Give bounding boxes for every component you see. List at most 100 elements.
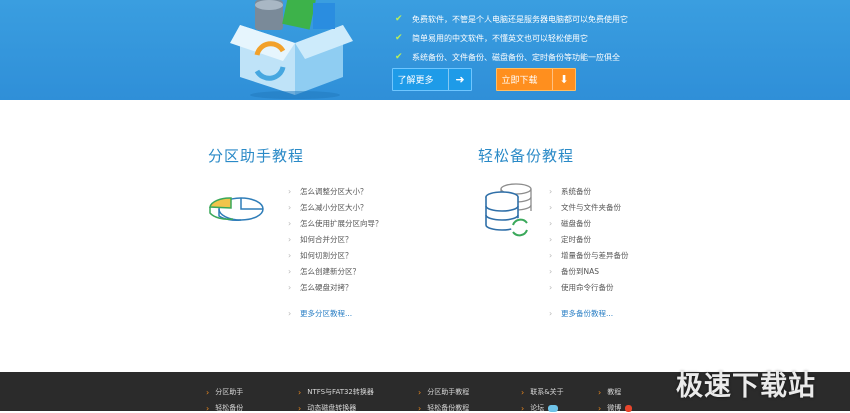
chevron-right-icon: › — [288, 202, 292, 212]
feature-text: 简单易用的中文软件，不懂英文也可以轻松使用它 — [412, 33, 588, 43]
chevron-right-icon: › — [549, 202, 553, 212]
chevron-right-icon: › — [521, 387, 525, 397]
footer-link-weibo[interactable]: › 微博 — [598, 403, 633, 413]
footer-link-label: 动态磁盘转换器 — [307, 404, 357, 412]
footer-link-label: 微博 — [607, 404, 622, 412]
learn-more-label: 了解更多 — [397, 76, 434, 86]
download-label: 立即下载 — [501, 76, 538, 86]
footer-link-label: 轻松备份教程 — [427, 404, 470, 412]
weibo-icon — [625, 404, 633, 412]
feature-item: ✔ 免费软件，不管是个人电脑还是服务器电脑都可以免费使用它 — [395, 10, 628, 28]
arrow-right-icon: ➜ — [448, 69, 471, 90]
more-partition-tutorials-link[interactable]: › 更多分区教程... — [288, 308, 352, 319]
list-item-label: 磁盘备份 — [561, 218, 591, 228]
database-sync-icon — [485, 183, 532, 237]
chevron-right-icon: › — [598, 387, 602, 397]
list-item-label: 定时备份 — [561, 234, 591, 244]
footer-link-backup-tutorials[interactable]: › 轻松备份教程 — [418, 403, 469, 413]
list-item[interactable]: › 怎么减小分区大小？ — [288, 199, 383, 215]
footer-link-label: NTFS与FAT32转换器 — [307, 388, 374, 396]
chevron-right-icon: › — [549, 186, 553, 196]
list-item[interactable]: › 如何切割分区？ — [288, 247, 383, 263]
chat-bubble-icon — [548, 404, 559, 412]
footer-link-label: 联系&关于 — [530, 388, 564, 396]
check-icon: ✔ — [395, 51, 403, 62]
footer-link-label: 教程 — [607, 388, 622, 396]
chevron-right-icon: › — [288, 234, 292, 244]
more-link-label: 更多分区教程... — [300, 309, 353, 318]
list-item-label: 如何切割分区？ — [300, 250, 353, 260]
footer-link-label: 分区助手教程 — [427, 388, 470, 396]
chevron-right-icon: › — [298, 387, 302, 397]
footer-link-partition-assistant[interactable]: › 分区助手 — [206, 387, 243, 397]
list-item-label: 系统备份 — [561, 186, 591, 196]
chevron-right-icon: › — [288, 250, 292, 260]
chevron-right-icon: › — [288, 309, 292, 318]
footer-link-easy-backup[interactable]: › 轻松备份 — [206, 403, 243, 413]
footer-link-label: 分区助手 — [215, 388, 244, 396]
footer-link-forum[interactable]: › 论坛 — [521, 403, 559, 413]
footer-link-contact-about[interactable]: › 联系&关于 — [521, 387, 564, 397]
list-item[interactable]: › 怎么调整分区大小？ — [288, 183, 383, 199]
chevron-right-icon: › — [288, 218, 292, 228]
software-box-icon — [230, 0, 353, 99]
list-item[interactable]: › 怎么使用扩展分区向导？ — [288, 215, 383, 231]
list-item-label: 怎么调整分区大小？ — [300, 186, 368, 196]
list-item[interactable]: › 系统备份 — [549, 183, 629, 199]
footer-link-label: 轻松备份 — [215, 404, 244, 412]
chevron-right-icon: › — [288, 282, 292, 292]
list-item[interactable]: › 如何合并分区？ — [288, 231, 383, 247]
chevron-right-icon: › — [549, 234, 553, 244]
chevron-right-icon: › — [288, 266, 292, 276]
footer-link-label: 论坛 — [530, 404, 545, 412]
list-item[interactable]: › 磁盘备份 — [549, 215, 629, 231]
partition-tutorial-section: 分区助手教程 — [208, 145, 304, 166]
list-item[interactable]: › 怎么硬盘对拷？ — [288, 279, 383, 295]
list-item[interactable]: › 文件与文件夹备份 — [549, 199, 629, 215]
pie-chart-icon — [209, 197, 264, 221]
list-item-label: 文件与文件夹备份 — [561, 202, 621, 212]
list-item[interactable]: › 定时备份 — [549, 231, 629, 247]
partition-tutorial-title: 分区助手教程 — [208, 147, 305, 165]
footer-link-ntfs-fat32[interactable]: › NTFS与FAT32转换器 — [298, 387, 374, 397]
list-item-label: 怎么使用扩展分区向导？ — [300, 218, 383, 228]
backup-tutorial-section: 轻松备份教程 — [478, 145, 574, 166]
download-button[interactable]: 立即下载 ⬇ — [496, 68, 576, 91]
chevron-right-icon: › — [298, 403, 302, 413]
check-icon: ✔ — [395, 13, 403, 24]
more-link-label: 更多备份教程... — [561, 309, 614, 318]
chevron-right-icon: › — [521, 403, 525, 413]
learn-more-button[interactable]: 了解更多 ➜ — [392, 68, 472, 91]
list-item-label: 怎么创建新分区？ — [300, 266, 360, 276]
chevron-right-icon: › — [418, 403, 422, 413]
check-icon: ✔ — [395, 32, 403, 43]
list-item-label: 怎么减小分区大小？ — [300, 202, 368, 212]
chevron-right-icon: › — [549, 250, 553, 260]
chevron-right-icon: › — [549, 266, 553, 276]
chevron-right-icon: › — [549, 282, 553, 292]
list-item[interactable]: › 备份到NAS — [549, 263, 629, 279]
footer-link-dynamic-disk[interactable]: › 动态磁盘转换器 — [298, 403, 356, 413]
feature-item: ✔ 系统备份、文件备份、磁盘备份、定时备份等功能一应俱全 — [395, 48, 628, 66]
list-item[interactable]: › 增量备份与差异备份 — [549, 247, 629, 263]
list-item-label: 如何合并分区？ — [300, 234, 353, 244]
list-item-label: 使用命令行备份 — [561, 282, 614, 292]
backup-tutorial-title: 轻松备份教程 — [478, 147, 575, 165]
list-item-label: 增量备份与差异备份 — [561, 250, 629, 260]
chevron-right-icon: › — [206, 387, 210, 397]
chevron-right-icon: › — [598, 403, 602, 413]
watermark: 极速下载站 — [676, 371, 816, 402]
arrow-down-icon: ⬇ — [552, 69, 575, 90]
feature-text: 免费软件，不管是个人电脑还是服务器电脑都可以免费使用它 — [412, 14, 628, 24]
footer-link-tutorials[interactable]: › 教程 — [598, 387, 621, 397]
list-item-label: 备份到NAS — [561, 266, 600, 276]
more-backup-tutorials-link[interactable]: › 更多备份教程... — [549, 308, 613, 319]
feature-list: ✔ 免费软件，不管是个人电脑还是服务器电脑都可以免费使用它 ✔ 简单易用的中文软… — [395, 10, 628, 67]
list-item[interactable]: › 怎么创建新分区？ — [288, 263, 383, 279]
list-item[interactable]: › 使用命令行备份 — [549, 279, 629, 295]
chevron-right-icon: › — [206, 403, 210, 413]
footer-link-partition-tutorials[interactable]: › 分区助手教程 — [418, 387, 469, 397]
chevron-right-icon: › — [418, 387, 422, 397]
list-item-label: 怎么硬盘对拷？ — [300, 282, 353, 292]
feature-text: 系统备份、文件备份、磁盘备份、定时备份等功能一应俱全 — [412, 52, 620, 62]
